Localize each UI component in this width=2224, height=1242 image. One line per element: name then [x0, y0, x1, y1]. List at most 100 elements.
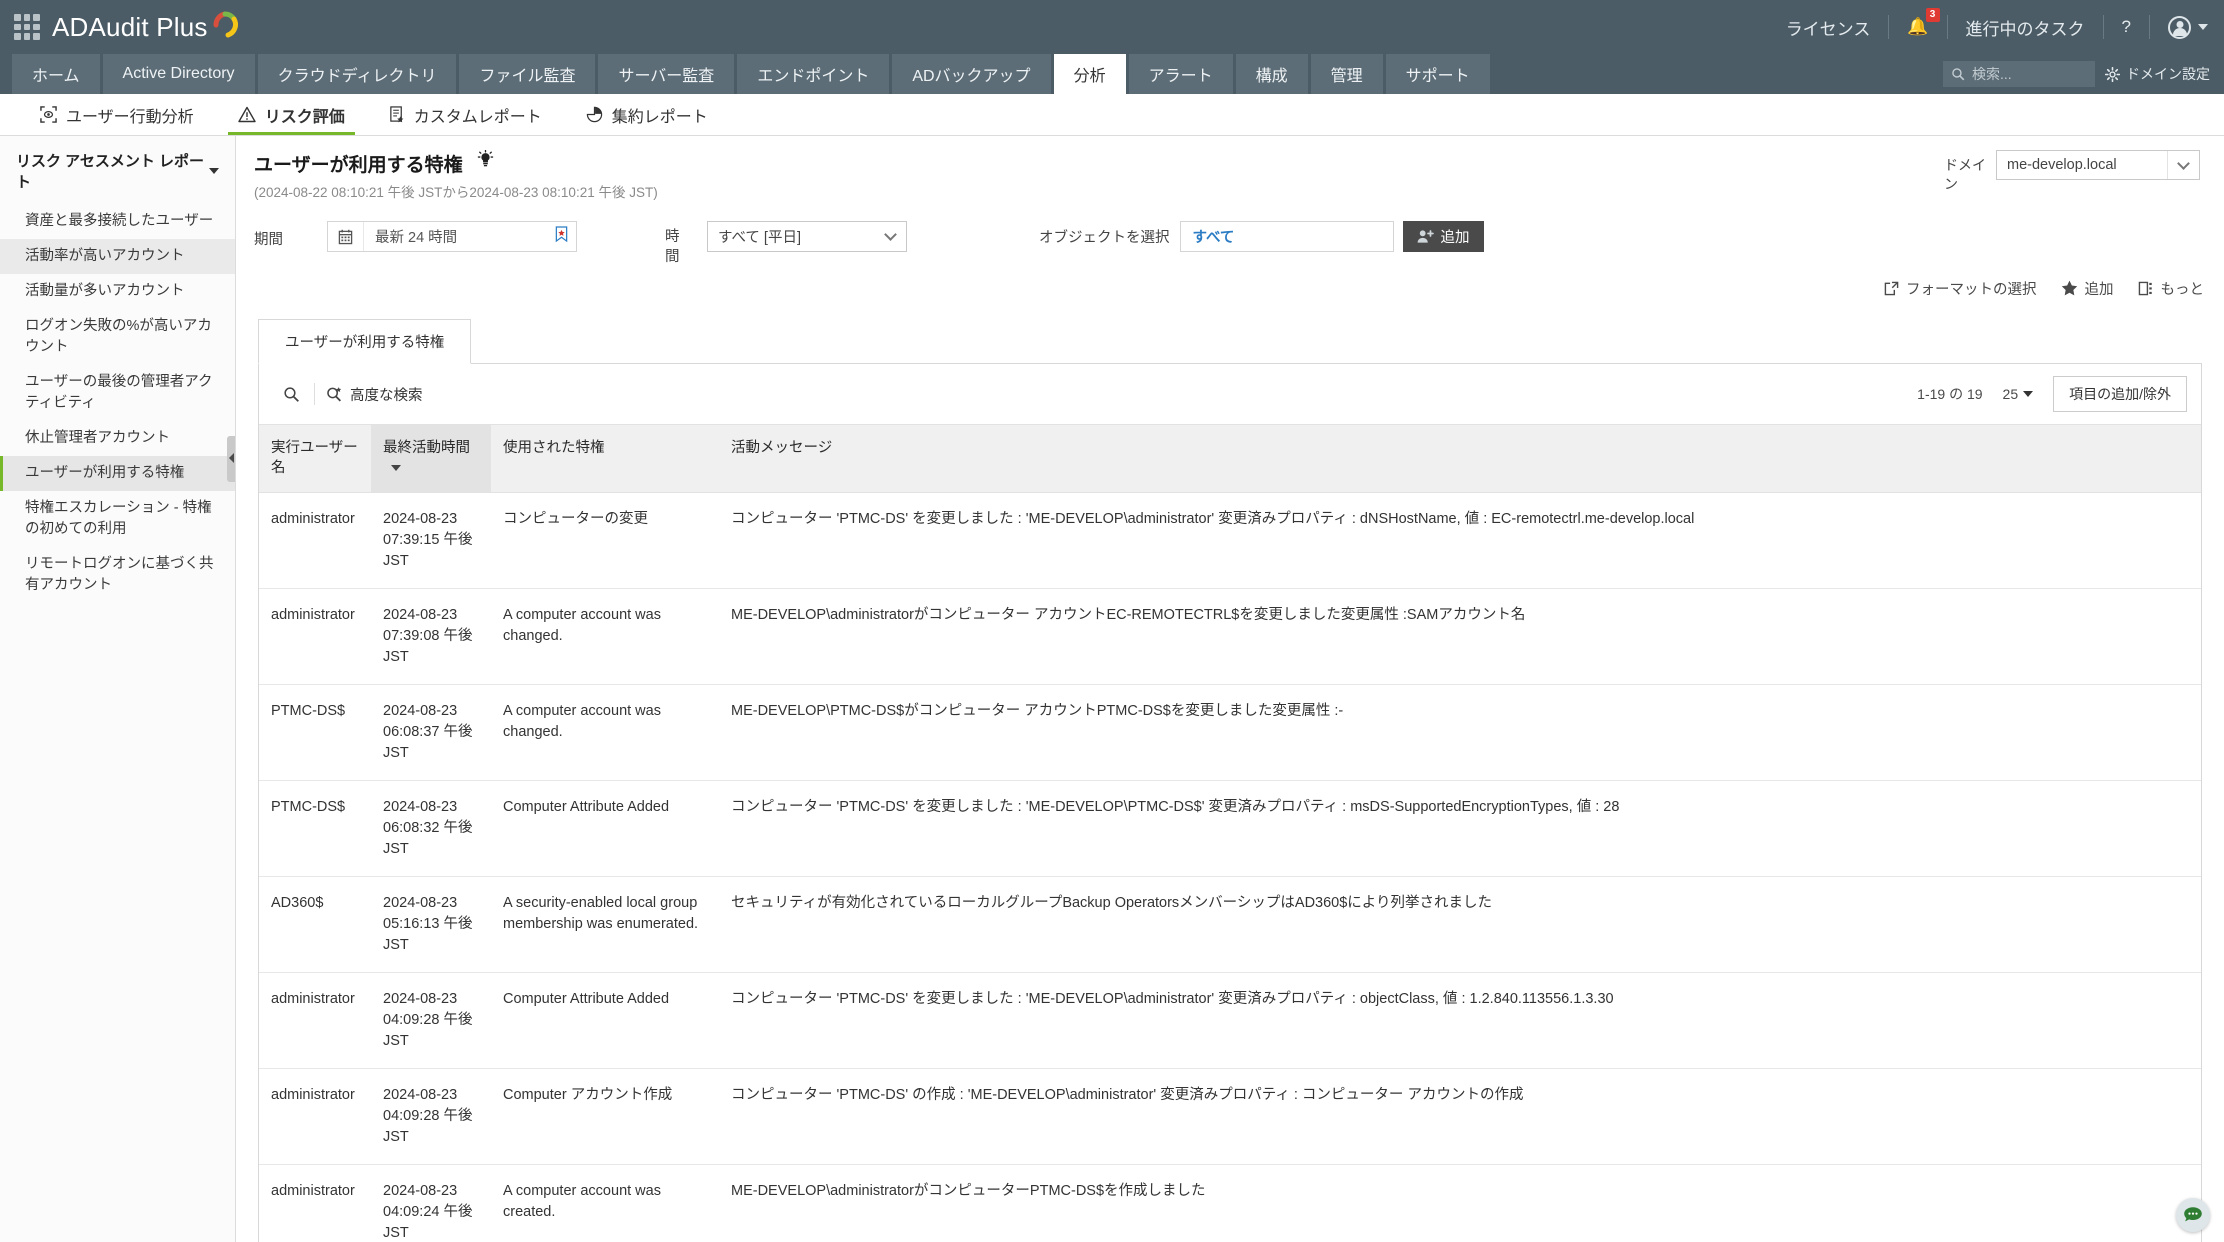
chevron-down-icon: [2167, 151, 2199, 179]
sidebar-item-4[interactable]: ユーザーの最後の管理者アクティビティ: [0, 365, 235, 421]
tab-label: サポート: [1405, 68, 1470, 85]
tab-7[interactable]: 分析: [1053, 54, 1126, 94]
sidebar-item-1[interactable]: 活動率が高いアカウント: [0, 239, 235, 275]
advanced-search-label: 高度な検索: [350, 387, 423, 404]
column-header-privilege[interactable]: 使用された特権: [491, 423, 719, 494]
sidebar-item-6[interactable]: ユーザーが利用する特権: [0, 456, 235, 492]
user-account-menu[interactable]: [2150, 15, 2224, 39]
sidebar-collapse-handle[interactable]: [227, 436, 235, 482]
domain-settings-button[interactable]: ドメイン設定: [2105, 64, 2210, 84]
select-format-button[interactable]: フォーマットの選択: [1884, 278, 2037, 299]
table-row[interactable]: PTMC-DS$ 2024-08-23 06:08:37 午後 JST A comp…: [259, 684, 2201, 782]
more-options-icon: [2138, 281, 2152, 295]
header-right-actions: ライセンス 🔔 3 進行中のタスク ?: [1768, 0, 2224, 54]
chat-support-button[interactable]: [2176, 1198, 2210, 1232]
tab-3[interactable]: ファイル監査: [459, 54, 596, 94]
column-header-last-activity-time[interactable]: 最終活動時間: [371, 423, 491, 494]
help-button[interactable]: ?: [2104, 15, 2150, 39]
chevron-down-icon: [209, 168, 219, 174]
add-object-button[interactable]: 追加: [1402, 221, 1484, 252]
column-header-message[interactable]: 活動メッセージ: [719, 423, 2201, 494]
subnav-item-custom-report[interactable]: カスタムレポート: [367, 94, 564, 135]
chevron-down-icon: [874, 222, 906, 251]
notifications-button[interactable]: 🔔 3: [1889, 8, 1948, 39]
cell-privilege: コンピューターの変更: [491, 492, 719, 590]
manage-columns-button[interactable]: 項目の追加/除外: [2053, 376, 2187, 412]
report-tab-active[interactable]: ユーザーが利用する特権: [258, 319, 472, 364]
column-header-user[interactable]: 実行ユーザー名: [259, 423, 371, 494]
tab-1[interactable]: Active Directory: [102, 54, 255, 94]
warning-triangle-icon: [237, 106, 256, 123]
add-user-icon: [1417, 230, 1434, 243]
search-icon: [1952, 68, 1965, 81]
table-row[interactable]: administrator 2024-08-23 07:39:08 午後 JST A…: [259, 588, 2201, 686]
tab-5[interactable]: エンドポイント: [737, 54, 890, 94]
subnav-item-user-behavior[interactable]: ユーザー行動分析: [18, 94, 216, 135]
license-link[interactable]: ライセンス: [1768, 15, 1890, 39]
running-tasks-link[interactable]: 進行中のタスク: [1948, 15, 2104, 39]
license-label: ライセンス: [1785, 19, 1871, 39]
global-search-input[interactable]: 検索...: [1943, 61, 2095, 87]
table-row[interactable]: administrator 2024-08-23 04:09:28 午後 JST C…: [259, 972, 2201, 1070]
cell-privilege: A computer account was changed.: [491, 684, 719, 782]
more-options-button[interactable]: もっと: [2138, 278, 2204, 299]
subnav-label: ユーザー行動分析: [66, 108, 194, 126]
search-toggle-button[interactable]: [273, 386, 310, 403]
page-title: ユーザーが利用する特権: [254, 155, 463, 176]
report-star-icon: [389, 106, 404, 123]
tab-0[interactable]: ホーム: [12, 54, 100, 94]
secondary-nav-bar: ユーザー行動分析 リスク評価 カスタムレポート 集約レポート: [0, 94, 2224, 136]
page-body: リスク アセスメント レポート 資産と最多接続したユーザー 活動率が高いアカウント…: [0, 136, 2224, 1242]
period-input[interactable]: 最新 24 時間: [327, 221, 577, 252]
object-label: オブジェクトを選択: [1039, 230, 1170, 246]
apps-grid-icon[interactable]: [14, 14, 40, 40]
subnav-item-summary-report[interactable]: 集約レポート: [564, 94, 730, 135]
export-icon: [1884, 281, 1899, 295]
cell-user: AD360$: [259, 876, 371, 974]
sidebar-item-5[interactable]: 休止管理者アカウント: [0, 421, 235, 456]
sidebar-item-2[interactable]: 活動量が多いアカウント: [0, 274, 235, 309]
column-label: 使用された特権: [503, 440, 605, 456]
cell-message: コンピューター 'PTMC-DS' を変更しました : 'ME-DEVELOP\…: [719, 780, 2201, 878]
chevron-down-icon: [2198, 24, 2208, 30]
table-row[interactable]: administrator 2024-08-23 07:39:15 午後 JST コ…: [259, 492, 2201, 590]
report-pagination-group: 1-19 の 19 25 項目の追加/除外: [1917, 376, 2187, 412]
add-favorite-button[interactable]: 追加: [2061, 278, 2114, 299]
cell-time: 2024-08-23 06:08:32 午後 JST: [371, 780, 491, 878]
page-title-row: ユーザーが利用する特権: [236, 136, 2224, 177]
divider: [314, 383, 315, 405]
table-row[interactable]: PTMC-DS$ 2024-08-23 06:08:32 午後 JST Comput…: [259, 780, 2201, 878]
page-size-select[interactable]: 25: [2003, 386, 2034, 402]
tab-label: ホーム: [32, 68, 80, 85]
lightbulb-icon[interactable]: [477, 150, 494, 169]
tab-label: アラート: [1148, 68, 1213, 85]
cell-time: 2024-08-23 07:39:15 午後 JST: [371, 492, 491, 590]
time-select[interactable]: すべて [平日]: [707, 221, 907, 252]
sidebar-item-8[interactable]: リモートログオンに基づく共有アカウント: [0, 547, 235, 603]
sidebar-item-0[interactable]: 資産と最多接続したユーザー: [0, 204, 235, 239]
tab-2[interactable]: クラウドディレクトリ: [257, 54, 457, 94]
tab-label: サーバー監査: [618, 68, 715, 85]
table-row[interactable]: AD360$ 2024-08-23 05:16:13 午後 JST A securi…: [259, 876, 2201, 974]
advanced-search-button[interactable]: 高度な検索: [319, 384, 423, 405]
sidebar-header[interactable]: リスク アセスメント レポート: [0, 136, 235, 204]
tab-11[interactable]: サポート: [1385, 54, 1490, 94]
app-brand[interactable]: ADAudit Plus: [52, 11, 242, 43]
tab-8[interactable]: アラート: [1128, 54, 1233, 94]
tab-9[interactable]: 構成: [1235, 54, 1308, 94]
bookmark-icon[interactable]: [554, 225, 576, 248]
sidebar-item-7[interactable]: 特権エスカレーション - 特権の初めての利用: [0, 491, 235, 547]
tab-10[interactable]: 管理: [1310, 54, 1383, 94]
table-row[interactable]: administrator 2024-08-23 04:09:28 午後 JST C…: [259, 1068, 2201, 1166]
object-input[interactable]: すべて: [1179, 221, 1394, 252]
tab-4[interactable]: サーバー監査: [598, 54, 735, 94]
domain-select[interactable]: me-develop.local: [1996, 150, 2200, 180]
cell-privilege: Computer Attribute Added: [491, 972, 719, 1070]
table-row[interactable]: administrator 2024-08-23 04:09:24 午後 JST A…: [259, 1164, 2201, 1242]
brand-label: ADAudit Plus: [52, 11, 208, 42]
sidebar-item-3[interactable]: ログオン失敗の%が高いアカウント: [0, 309, 235, 365]
tab-6[interactable]: ADバックアップ: [892, 54, 1051, 94]
subnav-item-risk-assessment[interactable]: リスク評価: [216, 94, 367, 135]
cell-privilege: Computer Attribute Added: [491, 780, 719, 878]
cell-message: コンピューター 'PTMC-DS' を変更しました : 'ME-DEVELOP\…: [719, 492, 2201, 590]
